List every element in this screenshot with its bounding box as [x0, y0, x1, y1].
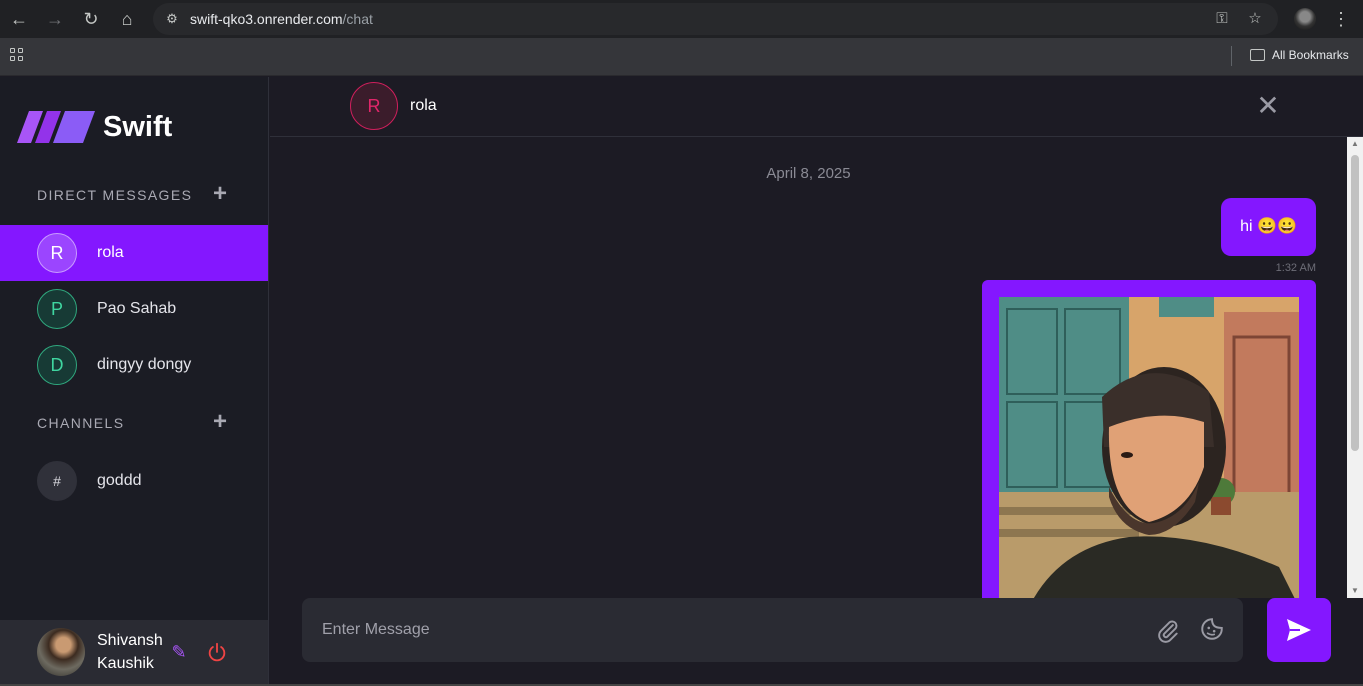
peer-name: rola	[410, 97, 437, 114]
user-avatar[interactable]	[37, 628, 85, 676]
hash-icon: #	[37, 461, 77, 501]
send-icon	[1287, 619, 1311, 641]
chat-header: R rola ✕	[270, 77, 1363, 137]
chat-scrollbar[interactable]: ▲ ▼	[1347, 137, 1363, 598]
message-list: April 8, 2025 hi 😀😀 1:32 AM	[270, 137, 1347, 598]
url-text[interactable]: swift-qko3.onrender.com/chat	[190, 11, 373, 27]
contact-name: dingyy dongy	[97, 356, 192, 373]
contact-dingyy-dongy[interactable]: D dingyy dongy	[0, 337, 268, 393]
bookmark-star-icon[interactable]: ☆	[1245, 9, 1265, 29]
avatar: R	[37, 233, 77, 273]
contact-pao-sahab[interactable]: P Pao Sahab	[0, 281, 268, 337]
emoji-sticker-icon[interactable]	[1199, 616, 1225, 642]
avatar: D	[37, 345, 77, 385]
site-info-icon[interactable]: ⚙	[163, 10, 181, 28]
send-button[interactable]	[1267, 598, 1331, 662]
home-icon[interactable]: ⌂	[115, 7, 139, 31]
channel-name: goddd	[97, 472, 142, 489]
scroll-up-arrow-icon[interactable]: ▲	[1347, 137, 1363, 151]
channels-title: CHANNELS	[37, 415, 125, 431]
message-bubble: hi 😀😀	[1221, 198, 1316, 256]
bookmarks-divider	[1231, 46, 1232, 66]
scroll-down-arrow-icon[interactable]: ▼	[1347, 584, 1363, 598]
scrollbar-thumb[interactable]	[1351, 155, 1359, 451]
image-message[interactable]	[982, 280, 1316, 598]
browser-menu-icon[interactable]: ⋮	[1330, 8, 1352, 30]
browser-toolbar: ← → ↻ ⌂ ⚙ swift-qko3.onrender.com/chat ⚿…	[0, 0, 1363, 38]
shared-image[interactable]	[999, 297, 1299, 598]
swift-logo-icon	[17, 111, 95, 143]
avatar: P	[37, 289, 77, 329]
contact-name: rola	[97, 244, 124, 261]
app-name: Swift	[103, 111, 173, 143]
browser-profile-avatar[interactable]	[1294, 8, 1316, 30]
forward-icon[interactable]: →	[43, 7, 67, 31]
direct-messages-title: DIRECT MESSAGES	[37, 187, 193, 203]
edit-profile-icon[interactable]: ✎	[168, 641, 190, 663]
date-separator: April 8, 2025	[766, 165, 851, 182]
address-bar[interactable]: ⚙ swift-qko3.onrender.com/chat ⚿ ☆	[153, 3, 1278, 35]
add-channel-icon[interactable]: +	[209, 410, 231, 434]
apps-grid-icon[interactable]	[10, 48, 24, 62]
reload-icon[interactable]: ↻	[79, 7, 103, 31]
peer-avatar: R	[350, 82, 398, 130]
logout-power-icon[interactable]	[206, 641, 228, 663]
contact-rola[interactable]: R rola	[0, 225, 268, 281]
password-key-icon[interactable]: ⚿	[1212, 9, 1232, 29]
all-bookmarks-link[interactable]: All Bookmarks	[1272, 48, 1349, 62]
user-profile-bar: Shivansh Kaushik ✎	[0, 620, 268, 686]
close-chat-icon[interactable]: ✕	[1256, 92, 1280, 120]
channel-goddd[interactable]: # goddd	[0, 453, 268, 509]
attachment-paperclip-icon[interactable]	[1155, 618, 1181, 644]
add-direct-message-icon[interactable]: +	[209, 182, 231, 206]
url-host: swift-qko3.onrender.com	[190, 11, 343, 27]
url-path: /chat	[342, 11, 373, 27]
sidebar: Swift DIRECT MESSAGES + R rola P Pao Sah…	[0, 77, 269, 686]
folder-icon	[1250, 49, 1265, 61]
message-input[interactable]	[302, 598, 1132, 662]
back-icon[interactable]: ←	[7, 7, 31, 31]
message-composer	[302, 598, 1243, 662]
bookmarks-bar: All Bookmarks	[0, 38, 1363, 76]
chat-panel: R rola ✕ April 8, 2025 hi 😀😀 1:32 AM ▲ ▼…	[270, 77, 1363, 686]
user-name: Shivansh Kaushik	[97, 632, 163, 672]
contact-name: Pao Sahab	[97, 300, 177, 317]
message-timestamp: 1:32 AM	[1275, 262, 1316, 274]
